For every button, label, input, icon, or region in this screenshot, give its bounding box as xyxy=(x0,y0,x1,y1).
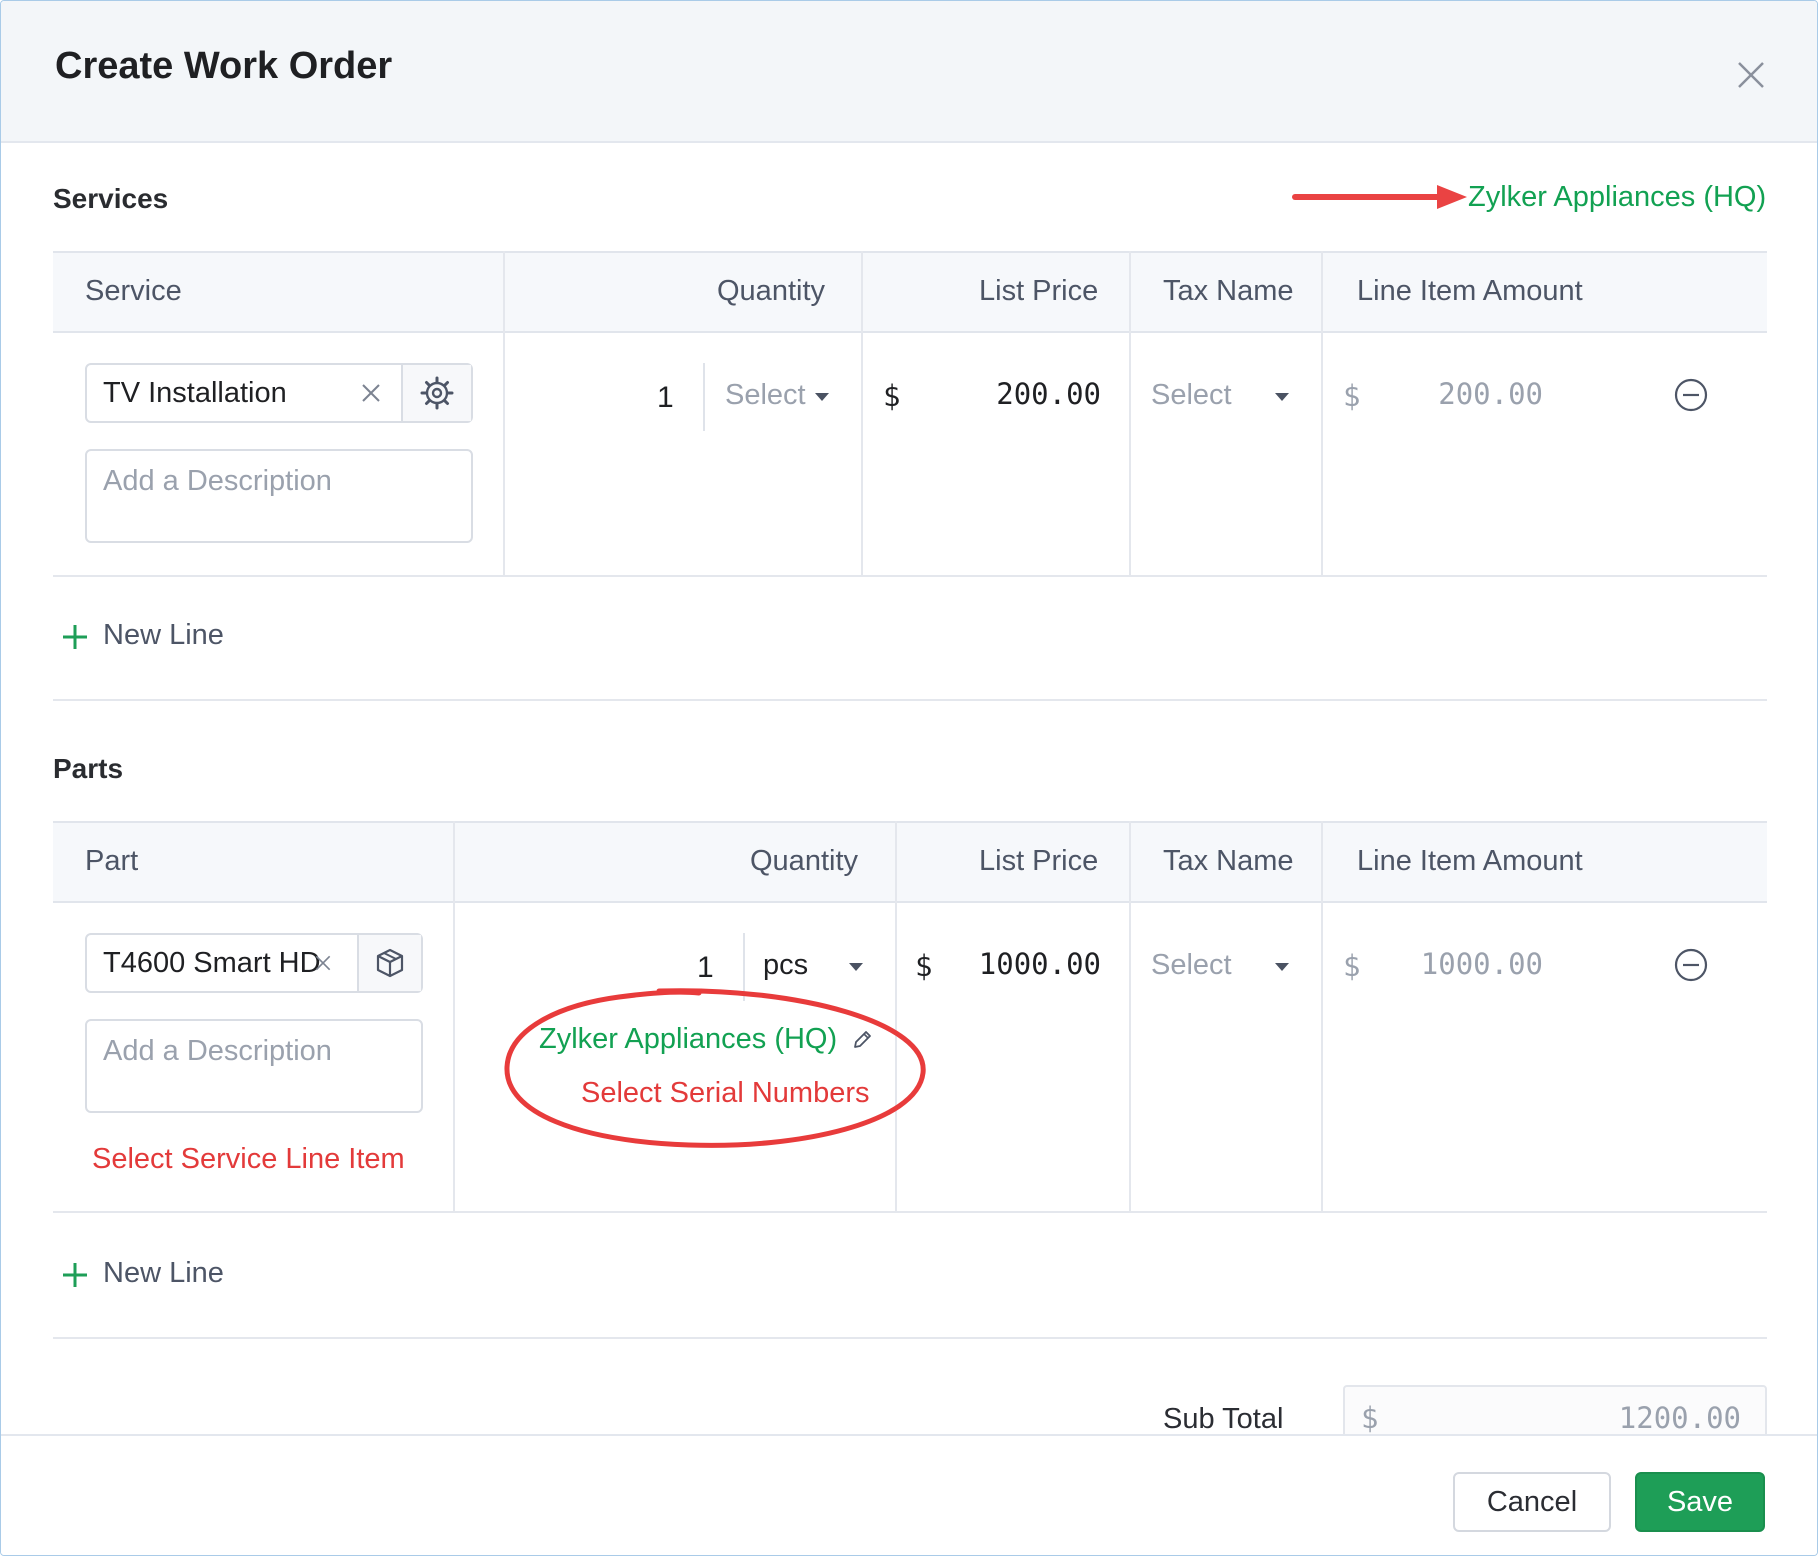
parts-new-line-button[interactable]: New Line xyxy=(61,1257,261,1297)
description-placeholder: Add a Description xyxy=(103,465,332,497)
parts-section-title: Parts xyxy=(53,753,124,784)
edit-pencil-icon[interactable] xyxy=(851,1029,873,1051)
service-item-input[interactable]: TV Installation xyxy=(85,363,473,423)
currency-symbol: $ xyxy=(883,379,901,413)
service-list-price[interactable]: 200.00 xyxy=(933,377,1101,411)
plus-icon xyxy=(63,1263,87,1287)
new-line-label: New Line xyxy=(103,619,224,651)
service-description-input[interactable]: Add a Description xyxy=(85,449,473,543)
part-unit-select[interactable]: pcs xyxy=(763,949,808,982)
modal-title: Create Work Order xyxy=(55,45,393,87)
modal-footer: Cancel Save xyxy=(1,1434,1817,1555)
save-button[interactable]: Save xyxy=(1635,1472,1765,1532)
cancel-button[interactable]: Cancel xyxy=(1453,1472,1611,1532)
service-line-amount: 200.00 xyxy=(1438,377,1543,411)
plus-icon xyxy=(63,625,87,649)
description-placeholder: Add a Description xyxy=(103,1035,332,1067)
col-service: Service xyxy=(85,275,182,307)
part-item-input[interactable]: T4600 Smart HD xyxy=(85,933,423,993)
col-line-item-amount: Line Item Amount xyxy=(1357,275,1583,307)
parts-table: Part Quantity List Price Tax Name Line I… xyxy=(53,821,1767,1213)
create-work-order-modal: Create Work Order Services Zylker Applia… xyxy=(0,0,1818,1556)
part-item-value: T4600 Smart HD xyxy=(103,947,321,979)
col-list-price: List Price xyxy=(979,845,1099,877)
caret-down-icon[interactable] xyxy=(849,963,863,971)
remove-circle-icon[interactable] xyxy=(1673,947,1709,983)
service-unit-select[interactable]: Select xyxy=(725,379,806,412)
services-new-line-button[interactable]: New Line xyxy=(61,619,261,659)
service-tax-select[interactable]: Select xyxy=(1151,379,1232,412)
col-quantity: Quantity xyxy=(717,275,825,307)
services-table: Service Quantity List Price Tax Name Lin… xyxy=(53,251,1767,577)
box-icon xyxy=(376,948,404,978)
new-line-label: New Line xyxy=(103,1257,224,1289)
remove-circle-icon[interactable] xyxy=(1673,377,1709,413)
col-quantity: Quantity xyxy=(750,845,858,877)
services-location-link[interactable]: Zylker Appliances (HQ) xyxy=(1468,181,1766,214)
col-line-item-amount: Line Item Amount xyxy=(1357,845,1583,877)
part-description-input[interactable]: Add a Description xyxy=(85,1019,423,1113)
sub-total-value: 1200.00 xyxy=(1618,1401,1741,1435)
arrow-annotation xyxy=(1292,185,1467,209)
part-tax-select[interactable]: Select xyxy=(1151,949,1232,982)
services-section-title: Services xyxy=(53,183,169,214)
caret-down-icon[interactable] xyxy=(1275,393,1289,401)
parts-table-header: Part Quantity List Price Tax Name Line I… xyxy=(53,821,1767,903)
col-list-price: List Price xyxy=(979,275,1099,307)
caret-down-icon[interactable] xyxy=(815,393,829,401)
service-gear-icon xyxy=(420,376,454,410)
services-table-header: Service Quantity List Price Tax Name Lin… xyxy=(53,251,1767,333)
part-lookup-button[interactable] xyxy=(357,935,421,991)
col-part: Part xyxy=(85,845,139,877)
part-location-link[interactable]: Zylker Appliances (HQ) xyxy=(539,1023,837,1056)
currency-symbol: $ xyxy=(1343,949,1361,983)
part-line-amount: 1000.00 xyxy=(1420,947,1543,981)
select-serial-numbers-link[interactable]: Select Serial Numbers xyxy=(581,1077,870,1110)
close-icon[interactable] xyxy=(1729,53,1769,93)
service-quantity[interactable]: 1 xyxy=(657,381,674,415)
clear-icon[interactable] xyxy=(359,381,383,405)
service-item-value: TV Installation xyxy=(103,377,287,409)
caret-down-icon[interactable] xyxy=(1275,963,1289,971)
modal-header: Create Work Order xyxy=(1,1,1817,143)
part-list-price[interactable]: 1000.00 xyxy=(933,947,1101,981)
sub-total-label: Sub Total xyxy=(1163,1403,1284,1435)
part-quantity[interactable]: 1 xyxy=(697,951,714,985)
currency-symbol: $ xyxy=(1343,379,1361,413)
service-lookup-button[interactable] xyxy=(401,365,471,421)
col-tax-name: Tax Name xyxy=(1163,845,1294,877)
clear-icon[interactable] xyxy=(313,951,333,975)
col-tax-name: Tax Name xyxy=(1163,275,1294,307)
currency-symbol: $ xyxy=(915,949,933,983)
currency-symbol: $ xyxy=(1361,1401,1379,1435)
select-service-line-item-link[interactable]: Select Service Line Item xyxy=(92,1143,405,1176)
